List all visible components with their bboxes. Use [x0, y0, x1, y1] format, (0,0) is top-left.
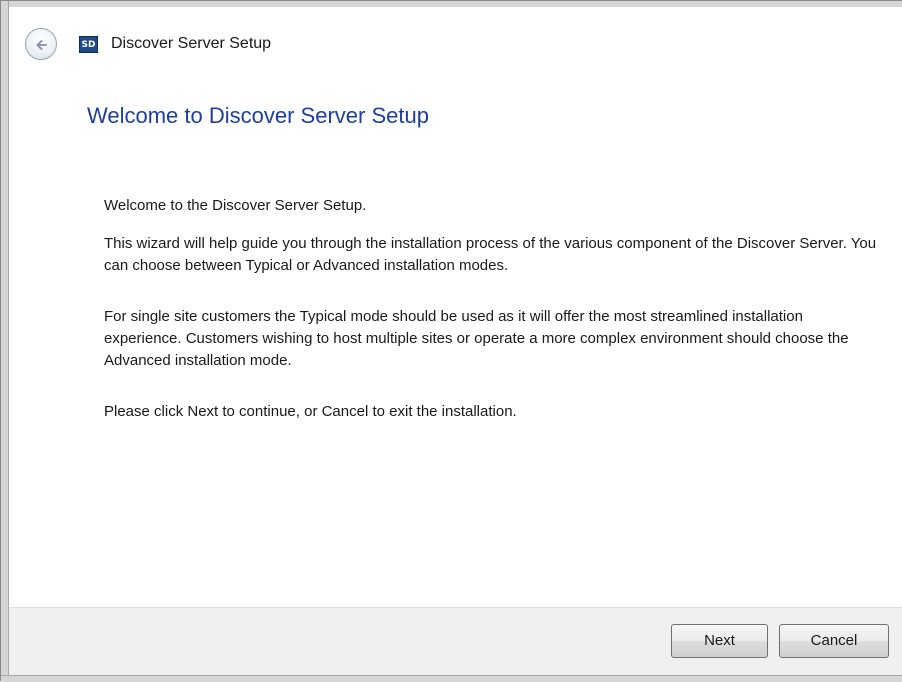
back-arrow-icon [36, 40, 47, 50]
wizard-description-paragraph: This wizard will help guide you through … [104, 235, 877, 274]
wizard-content: Welcome to Discover Server Setup Welcome… [9, 75, 902, 607]
next-button[interactable]: Next [671, 624, 768, 658]
title-bar: SD Discover Server Setup [9, 7, 902, 75]
cancel-button[interactable]: Cancel [779, 624, 889, 658]
back-button[interactable] [25, 28, 57, 60]
app-icon: SD [79, 36, 98, 53]
window-title: Discover Server Setup [111, 35, 272, 52]
window-border-left [1, 1, 9, 682]
mode-guidance-paragraph: For single site customers the Typical mo… [104, 308, 849, 369]
page-title: Welcome to Discover Server Setup [87, 103, 429, 128]
button-bar: Next Cancel [9, 607, 902, 675]
instructions-paragraph: Please click Next to continue, or Cancel… [104, 403, 517, 420]
setup-window: SD Discover Server Setup Welcome to Disc… [0, 0, 902, 682]
welcome-paragraph: Welcome to the Discover Server Setup. [104, 197, 367, 214]
